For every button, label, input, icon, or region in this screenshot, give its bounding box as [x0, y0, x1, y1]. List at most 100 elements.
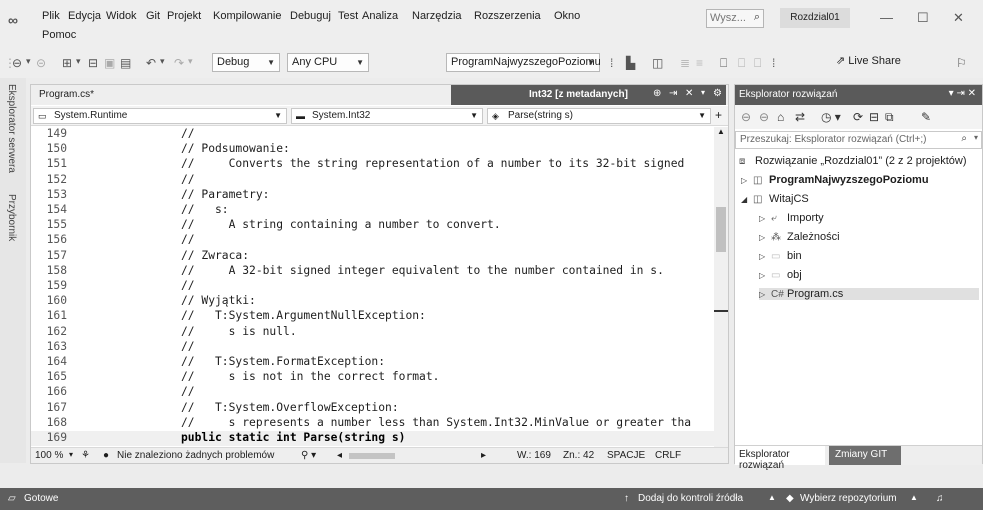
- close-tab-icon[interactable]: ✕: [685, 88, 693, 99]
- config-select[interactable]: Debug ▼: [212, 53, 280, 72]
- code-line[interactable]: 160 // Wyjątki:: [31, 294, 714, 309]
- code-line[interactable]: 156 //: [31, 233, 714, 248]
- toolbar-overflow-icon[interactable]: ⁞: [772, 56, 775, 70]
- forward-icon[interactable]: ⊖: [759, 110, 769, 124]
- select-repository-button[interactable]: Wybierz repozytorium: [800, 493, 897, 504]
- line-ending-indicator[interactable]: CRLF: [655, 450, 681, 461]
- expand-icon[interactable]: ▷: [759, 252, 771, 261]
- collapse-all-icon[interactable]: ⊟: [869, 110, 879, 124]
- browser-link-icon[interactable]: ◫: [652, 56, 663, 70]
- switch-views-icon[interactable]: ⇄: [795, 110, 805, 124]
- next-bookmark-icon[interactable]: ⎕: [754, 56, 761, 71]
- close-icon[interactable]: ✕: [953, 10, 964, 26]
- type-dropdown[interactable]: ▬ System.Int32 ▼: [291, 108, 483, 124]
- output-icon[interactable]: ▱: [8, 493, 16, 504]
- code-line[interactable]: 168 // s represents a number less than Sy…: [31, 416, 714, 431]
- tree-item-zaleznosci[interactable]: ▷ ⁂ Zależności: [759, 231, 840, 243]
- tree-item-bin[interactable]: ▷ ▭ bin: [759, 250, 802, 262]
- cleanup-icon[interactable]: ⚲ ▾: [301, 450, 316, 461]
- code-line[interactable]: 149 //: [31, 127, 714, 142]
- code-line[interactable]: 161 // T:System.ArgumentNullException:: [31, 309, 714, 324]
- column-indicator[interactable]: Zn.: 42: [563, 450, 594, 461]
- menu-analiza[interactable]: Analiza: [362, 10, 398, 22]
- undo-dropdown-icon[interactable]: ▾: [160, 56, 165, 67]
- settings-icon[interactable]: ⚙: [713, 88, 722, 99]
- tab-program-cs[interactable]: Program.cs*: [39, 89, 94, 100]
- new-project-icon[interactable]: ⊞: [62, 56, 72, 70]
- run-options-icon[interactable]: ⁞: [610, 56, 613, 70]
- maximize-icon[interactable]: ☐: [917, 10, 929, 26]
- tree-item-obj[interactable]: ▷ ▭ obj: [759, 269, 802, 281]
- tree-project-witajcs[interactable]: ◢ ◫ WitajCS: [741, 193, 809, 205]
- search-input[interactable]: Wysz... ⌕: [706, 9, 764, 28]
- prev-bookmark-icon[interactable]: ⎕: [738, 56, 745, 71]
- save-icon[interactable]: ▣: [104, 56, 115, 70]
- problems-status[interactable]: Nie znaleziono żadnych problemów: [117, 450, 274, 461]
- bookmark-icon[interactable]: ⎕: [720, 56, 727, 71]
- redo-dropdown-icon[interactable]: ▾: [188, 56, 193, 67]
- whitespace-indicator[interactable]: SPACJE: [607, 450, 645, 461]
- scrollbar-thumb[interactable]: [716, 207, 726, 252]
- uncomment-icon[interactable]: ≡: [696, 56, 703, 70]
- intellicode-icon[interactable]: ⚘: [81, 450, 90, 461]
- tab-server-explorer[interactable]: Eksplorator serwera: [6, 84, 17, 173]
- comment-icon[interactable]: ≣: [680, 56, 690, 70]
- code-line[interactable]: 151 // Converts the string representation…: [31, 157, 714, 172]
- expand-icon[interactable]: ▷: [759, 233, 771, 242]
- back-dropdown-icon[interactable]: ▾: [26, 56, 31, 67]
- add-source-control-button[interactable]: Dodaj do kontroli źródła: [638, 493, 743, 504]
- tree-project-top-level[interactable]: ▷ ◫ ProgramNajwyzszegoPoziomu: [741, 174, 929, 186]
- code-line[interactable]: 169 public static int Parse(string s): [31, 431, 714, 446]
- pin-icon[interactable]: ⇥: [669, 88, 677, 99]
- code-line[interactable]: 162 // s is null.: [31, 325, 714, 340]
- code-line[interactable]: 155 // A string containing a number to co…: [31, 218, 714, 233]
- tree-solution[interactable]: ⧈ Rozwiązanie „Rozdzial01” (2 z 2 projekt…: [739, 155, 967, 167]
- code-line[interactable]: 150 // Podsumowanie:: [31, 142, 714, 157]
- tab-git-changes[interactable]: Zmiany GIT: [829, 446, 901, 465]
- code-line[interactable]: 154 // s:: [31, 203, 714, 218]
- back-icon[interactable]: ⊖: [741, 110, 751, 124]
- horizontal-scrollbar-thumb[interactable]: [349, 453, 395, 459]
- redo-icon[interactable]: ↷: [174, 56, 184, 70]
- member-dropdown[interactable]: ◈ Parse(string s) ▼: [487, 108, 711, 124]
- undo-icon[interactable]: ↶: [146, 56, 156, 70]
- namespace-dropdown[interactable]: ▭ System.Runtime ▼: [33, 108, 287, 124]
- code-line[interactable]: 166 //: [31, 385, 714, 400]
- save-all-icon[interactable]: ▤: [120, 56, 131, 70]
- menu-edycja[interactable]: Edycja: [68, 10, 101, 22]
- code-line[interactable]: 158 // A 32-bit signed integer equivalent…: [31, 264, 714, 279]
- pending-changes-icon[interactable]: ◷ ▾: [821, 110, 841, 124]
- platform-select[interactable]: Any CPU ▼: [287, 53, 369, 72]
- scroll-up-icon[interactable]: ▲: [717, 127, 725, 136]
- menu-debuguj[interactable]: Debuguj: [290, 10, 331, 22]
- code-line[interactable]: 153 // Parametry:: [31, 188, 714, 203]
- tab-solution-explorer[interactable]: Eksplorator rozwiązań: [735, 446, 825, 471]
- properties-icon[interactable]: ✎: [921, 110, 931, 124]
- code-line[interactable]: 165 // s is not in the correct format.: [31, 370, 714, 385]
- code-line[interactable]: 159 //: [31, 279, 714, 294]
- tree-item-program-cs[interactable]: ▷ C# Program.cs: [759, 288, 979, 300]
- tab-toolbox[interactable]: Przybornik: [6, 194, 17, 241]
- menu-projekt[interactable]: Projekt: [167, 10, 201, 22]
- tab-int32-metadata[interactable]: Int32 [z metadanych] ⊕ ⇥ ✕ ▾ ⚙: [451, 85, 726, 105]
- show-all-files-icon[interactable]: ⧉: [885, 110, 894, 125]
- vertical-scrollbar[interactable]: ▲: [714, 127, 728, 447]
- sync-icon[interactable]: ⟳: [853, 110, 863, 124]
- code-line[interactable]: 163 //: [31, 340, 714, 355]
- zoom-dropdown-icon[interactable]: ▾: [69, 450, 73, 459]
- hot-reload-icon[interactable]: ▙: [626, 56, 635, 70]
- code-line[interactable]: 157 // Zwraca:: [31, 249, 714, 264]
- code-line[interactable]: 164 // T:System.FormatException:: [31, 355, 714, 370]
- minimize-icon[interactable]: —: [880, 10, 893, 25]
- code-line[interactable]: 152 //: [31, 173, 714, 188]
- live-share-button[interactable]: ⇗ Live Share: [836, 54, 901, 67]
- open-file-icon[interactable]: ⊟: [88, 56, 98, 70]
- search-options-icon[interactable]: ▾: [974, 133, 978, 142]
- line-indicator[interactable]: W.: 169: [517, 450, 551, 461]
- split-view-icon[interactable]: +: [715, 108, 722, 122]
- notifications-icon[interactable]: ♫: [936, 493, 944, 504]
- menu-pomoc[interactable]: Pomoc: [42, 29, 76, 41]
- tree-item-importy[interactable]: ▷ ⤶ Importy: [759, 212, 824, 224]
- menu-rozszerzenia[interactable]: Rozszerzenia: [474, 10, 541, 22]
- startup-project-select[interactable]: ProgramNajwyzszegoPoziomu ▼: [446, 53, 601, 72]
